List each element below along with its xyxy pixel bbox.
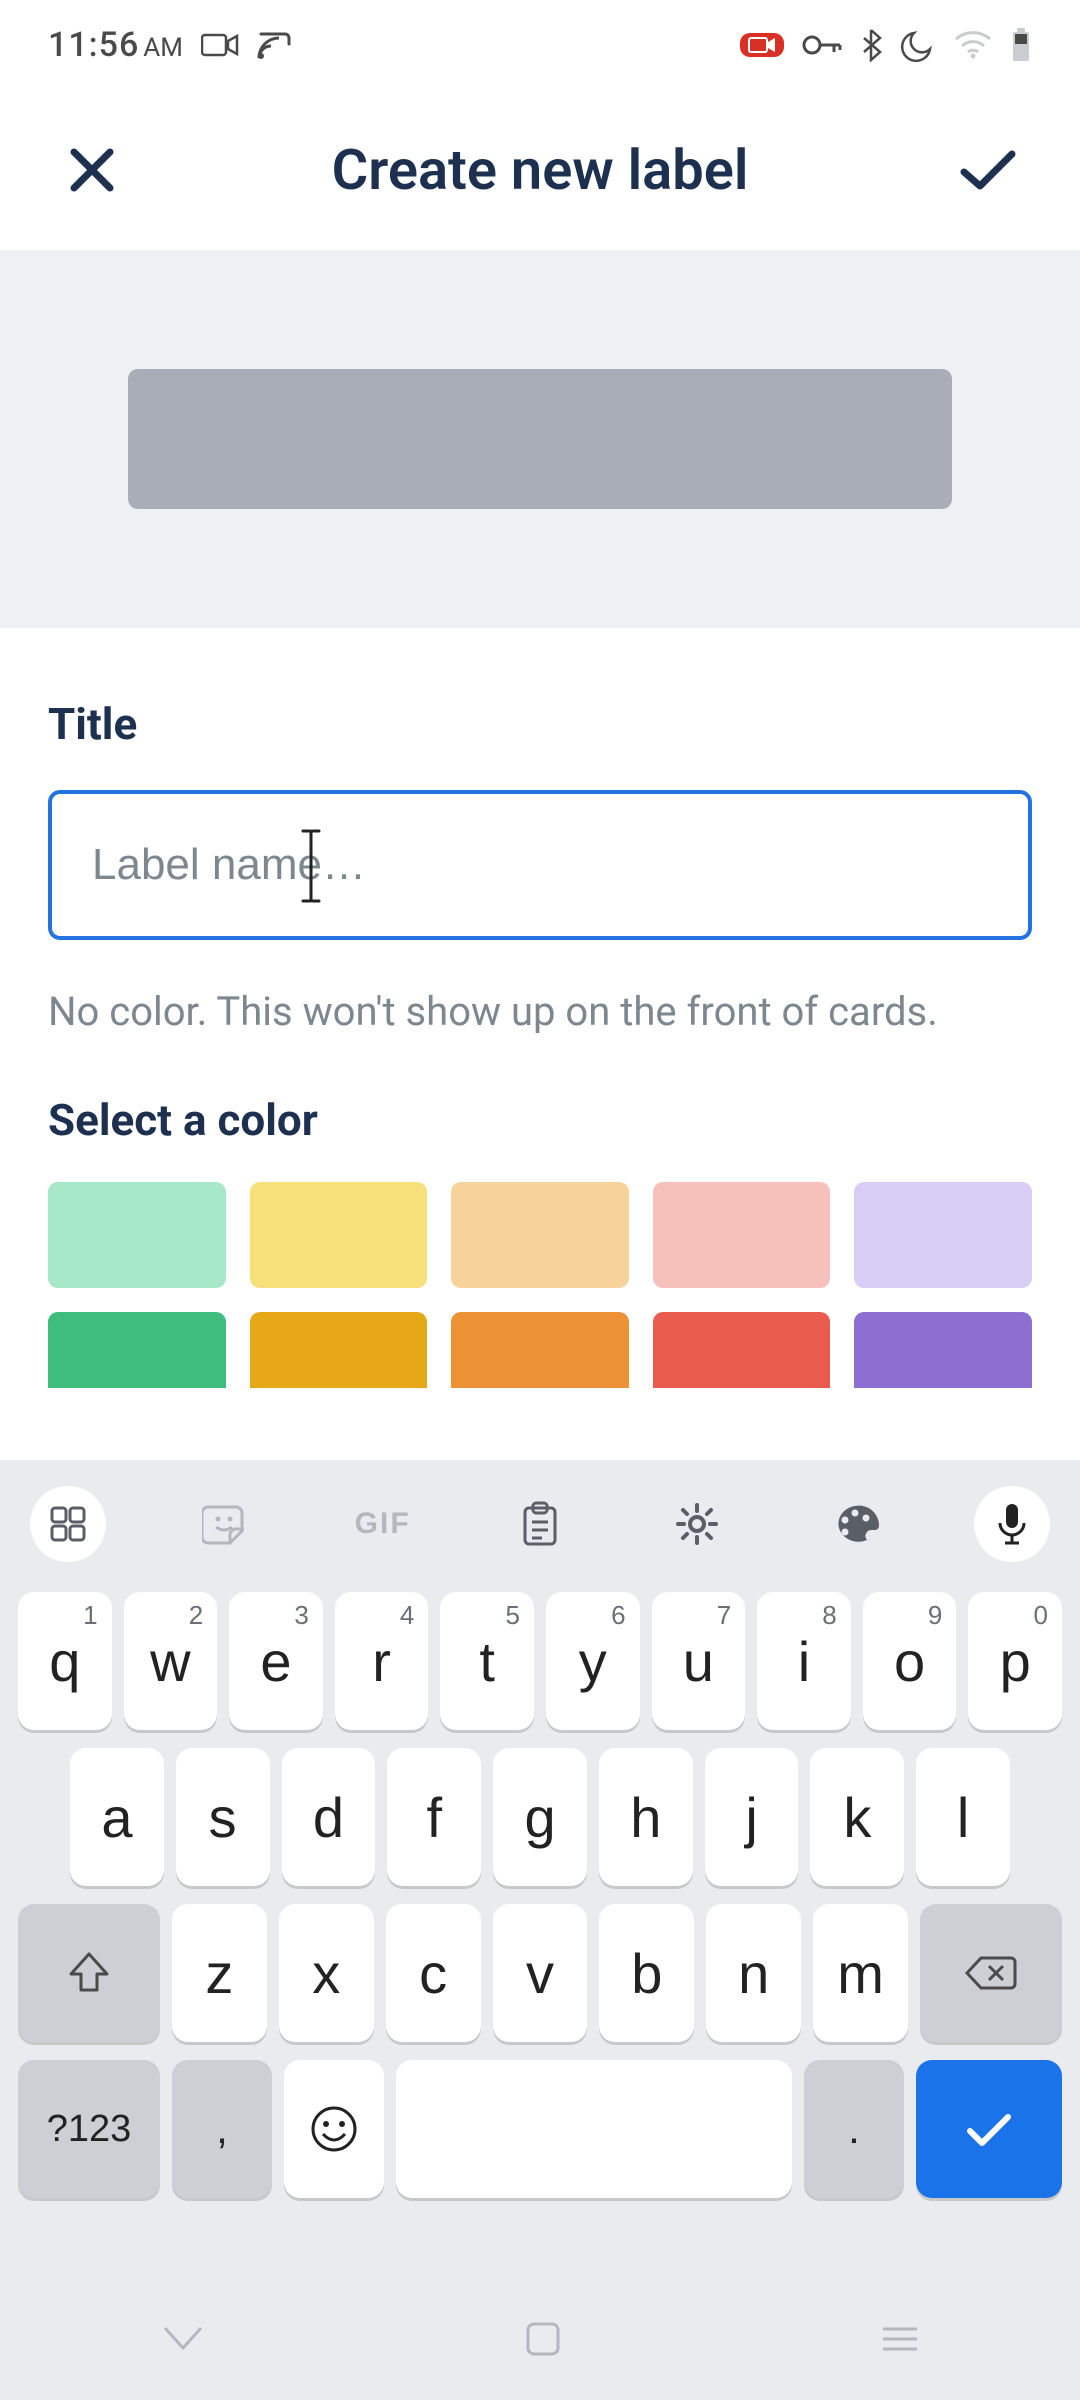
color-swatch-amber[interactable] <box>250 1312 428 1388</box>
color-hint-text: No color. This won't show up on the fron… <box>48 980 1032 1044</box>
color-swatch-lavender-light[interactable] <box>854 1182 1032 1288</box>
backspace-icon <box>965 1954 1017 1992</box>
do-not-disturb-icon <box>900 27 936 63</box>
key-i[interactable]: i8 <box>757 1592 851 1730</box>
kb-gif-button[interactable]: GIF <box>345 1486 421 1562</box>
screen-record-icon <box>740 33 784 57</box>
kb-sticker-icon[interactable] <box>187 1486 263 1562</box>
key-p[interactable]: p0 <box>968 1592 1062 1730</box>
chevron-down-icon <box>159 2322 207 2356</box>
kb-theme-icon[interactable] <box>817 1486 893 1562</box>
key-g[interactable]: g <box>493 1748 587 1886</box>
key-shift[interactable] <box>18 1904 160 2042</box>
kb-apps-icon[interactable] <box>30 1486 106 1562</box>
menu-icon <box>879 2323 921 2355</box>
confirm-button[interactable] <box>956 138 1020 202</box>
color-row-2 <box>48 1312 1032 1388</box>
shift-icon <box>67 1950 111 1996</box>
key-b[interactable]: b <box>599 1904 694 2042</box>
cast-icon <box>257 30 293 60</box>
vpn-key-icon <box>802 34 842 56</box>
title-label: Title <box>48 698 1032 750</box>
key-e[interactable]: e3 <box>229 1592 323 1730</box>
key-t[interactable]: t5 <box>440 1592 534 1730</box>
page-title: Create new label <box>332 137 749 203</box>
key-s[interactable]: s <box>176 1748 270 1886</box>
color-swatch-green[interactable] <box>48 1312 226 1388</box>
nav-back-button[interactable] <box>159 2322 207 2359</box>
text-cursor-icon <box>300 828 322 908</box>
key-f[interactable]: f <box>387 1748 481 1886</box>
key-n[interactable]: n <box>706 1904 801 2042</box>
kb-settings-icon[interactable] <box>659 1486 735 1562</box>
key-space[interactable] <box>396 2060 792 2198</box>
nav-recents-button[interactable] <box>879 2323 921 2358</box>
key-q[interactable]: q1 <box>18 1592 112 1730</box>
key-a[interactable]: a <box>70 1748 164 1886</box>
key-d[interactable]: d <box>282 1748 376 1886</box>
key-l[interactable]: l <box>916 1748 1010 1886</box>
color-row-1 <box>48 1182 1032 1288</box>
check-icon <box>962 2109 1016 2149</box>
key-u[interactable]: u7 <box>652 1592 746 1730</box>
color-swatch-yellow-light[interactable] <box>250 1182 428 1288</box>
color-swatch-purple[interactable] <box>854 1312 1032 1388</box>
battery-icon <box>1010 27 1032 63</box>
nav-home-button[interactable] <box>524 2320 562 2361</box>
select-color-label: Select a color <box>48 1094 1032 1146</box>
kb-clipboard-icon[interactable] <box>502 1486 578 1562</box>
modal-header: Create new label <box>0 90 1080 250</box>
key-w[interactable]: w2 <box>124 1592 218 1730</box>
video-camera-icon <box>201 32 239 58</box>
color-swatch-orange-light[interactable] <box>451 1182 629 1288</box>
key-c[interactable]: c <box>386 1904 481 2042</box>
emoji-icon <box>309 2104 359 2154</box>
key-comma[interactable]: , <box>172 2060 272 2198</box>
key-period[interactable]: . <box>804 2060 904 2198</box>
key-r[interactable]: r4 <box>335 1592 429 1730</box>
wifi-icon <box>954 31 992 59</box>
color-swatch-red[interactable] <box>653 1312 831 1388</box>
key-h[interactable]: h <box>599 1748 693 1886</box>
kb-row-2: a s d f g h j k l <box>18 1748 1062 1886</box>
square-icon <box>524 2320 562 2358</box>
status-bar: 11:56AM <box>0 0 1080 90</box>
soft-keyboard: GIF q1 w2 e3 r4 t5 y6 u7 i8 o9 p0 a s d … <box>0 1460 1080 2280</box>
label-preview <box>128 369 952 509</box>
key-v[interactable]: v <box>493 1904 588 2042</box>
key-z[interactable]: z <box>172 1904 267 2042</box>
key-m[interactable]: m <box>813 1904 908 2042</box>
key-emoji[interactable] <box>284 2060 384 2198</box>
bluetooth-icon <box>860 28 882 62</box>
kb-row-3: z x c v b n m <box>18 1904 1062 2042</box>
label-preview-area <box>0 250 1080 628</box>
color-swatch-orange[interactable] <box>451 1312 629 1388</box>
check-icon <box>958 146 1018 194</box>
key-o[interactable]: o9 <box>863 1592 957 1730</box>
system-nav-bar <box>0 2280 1080 2400</box>
key-symbols[interactable]: ?123 <box>18 2060 160 2198</box>
key-j[interactable]: j <box>705 1748 799 1886</box>
kb-mic-icon[interactable] <box>974 1486 1050 1562</box>
key-x[interactable]: x <box>279 1904 374 2042</box>
key-enter[interactable] <box>916 2060 1062 2198</box>
key-y[interactable]: y6 <box>546 1592 640 1730</box>
key-k[interactable]: k <box>810 1748 904 1886</box>
key-backspace[interactable] <box>920 1904 1062 2042</box>
color-swatch-pink-light[interactable] <box>653 1182 831 1288</box>
close-icon <box>66 144 118 196</box>
label-name-input[interactable] <box>48 790 1032 940</box>
close-button[interactable] <box>60 138 124 202</box>
kb-row-1: q1 w2 e3 r4 t5 y6 u7 i8 o9 p0 <box>18 1592 1062 1730</box>
kb-row-4: ?123 , . <box>18 2060 1062 2198</box>
color-swatch-mint-light[interactable] <box>48 1182 226 1288</box>
status-time: 11:56AM <box>48 25 183 65</box>
